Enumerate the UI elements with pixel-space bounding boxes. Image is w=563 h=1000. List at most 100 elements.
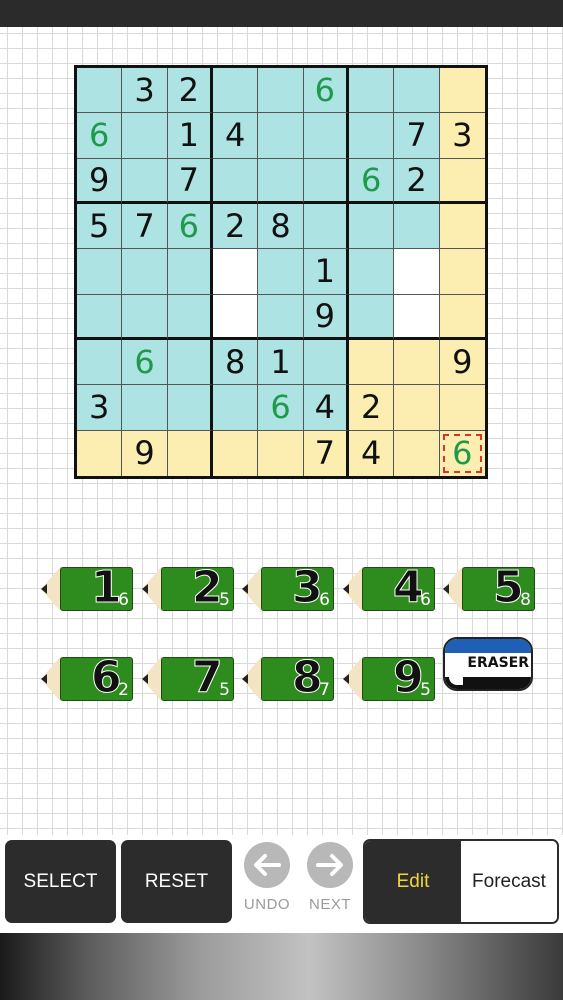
sudoku-cell-r3c9[interactable] — [439, 158, 485, 204]
sudoku-cell-r7c4[interactable]: 8 — [212, 339, 259, 386]
sudoku-cell-r1c1[interactable] — [77, 68, 123, 114]
number-pencil-1[interactable]: 16 — [41, 562, 133, 614]
sudoku-cell-r2c9[interactable]: 3 — [439, 113, 485, 159]
sudoku-cell-r6c6[interactable]: 9 — [303, 294, 349, 340]
sudoku-cell-r2c3[interactable]: 1 — [167, 113, 213, 159]
sudoku-cell-r9c9[interactable]: 6 — [439, 430, 485, 476]
sudoku-cell-r8c4[interactable] — [212, 385, 259, 431]
undo-button[interactable]: UNDO — [241, 842, 293, 913]
number-pencil-2[interactable]: 25 — [142, 562, 234, 614]
number-pencil-3[interactable]: 36 — [242, 562, 334, 614]
sudoku-cell-r2c5[interactable] — [258, 113, 304, 159]
sudoku-cell-r9c6[interactable]: 7 — [303, 430, 349, 476]
sudoku-cell-r1c6[interactable]: 6 — [303, 68, 349, 114]
sudoku-cell-r3c4[interactable] — [212, 158, 259, 204]
sudoku-cell-r5c4[interactable] — [212, 249, 259, 295]
sudoku-cell-r4c2[interactable]: 7 — [122, 203, 168, 250]
sudoku-cell-r6c2[interactable] — [122, 294, 168, 340]
sudoku-cell-r8c9[interactable] — [439, 385, 485, 431]
number-pencil-8[interactable]: 87 — [242, 652, 334, 704]
sudoku-cell-r9c4[interactable] — [212, 430, 259, 476]
sudoku-cell-r9c7[interactable]: 4 — [348, 430, 395, 476]
pencil-digit: 2 — [192, 562, 224, 614]
sudoku-cell-r6c1[interactable] — [77, 294, 123, 340]
number-pencil-7[interactable]: 75 — [142, 652, 234, 704]
sudoku-cell-r7c9[interactable]: 9 — [439, 339, 485, 386]
sudoku-cell-r2c2[interactable] — [122, 113, 168, 159]
sudoku-cell-r4c8[interactable] — [394, 203, 440, 250]
sudoku-cell-r2c8[interactable]: 7 — [394, 113, 440, 159]
sudoku-cell-r4c3[interactable]: 6 — [167, 203, 213, 250]
sudoku-cell-r1c3[interactable]: 2 — [167, 68, 213, 114]
sudoku-cell-r2c7[interactable] — [348, 113, 395, 159]
sudoku-cell-r4c4[interactable]: 2 — [212, 203, 259, 250]
sudoku-cell-r6c4[interactable] — [212, 294, 259, 340]
sudoku-cell-r5c6[interactable]: 1 — [303, 249, 349, 295]
sudoku-cell-r1c5[interactable] — [258, 68, 304, 114]
number-pencil-9[interactable]: 95 — [343, 652, 435, 704]
sudoku-cell-r7c1[interactable] — [77, 339, 123, 386]
sudoku-cell-r4c7[interactable] — [348, 203, 395, 250]
sudoku-cell-r9c1[interactable] — [77, 430, 123, 476]
sudoku-cell-r9c8[interactable] — [394, 430, 440, 476]
sudoku-cell-r8c8[interactable] — [394, 385, 440, 431]
sudoku-cell-r2c1[interactable]: 6 — [77, 113, 123, 159]
sudoku-cell-r1c7[interactable] — [348, 68, 395, 114]
sudoku-cell-r3c7[interactable]: 6 — [348, 158, 395, 204]
pencil-tip-icon — [242, 566, 262, 612]
sudoku-cell-r3c6[interactable] — [303, 158, 349, 204]
sudoku-cell-r5c3[interactable] — [167, 249, 213, 295]
sudoku-cell-r4c6[interactable] — [303, 203, 349, 250]
number-pencil-6[interactable]: 62 — [41, 652, 133, 704]
sudoku-cell-r6c8[interactable] — [394, 294, 440, 340]
reset-button[interactable]: RESET — [121, 840, 232, 923]
sudoku-cell-r5c8[interactable] — [394, 249, 440, 295]
sudoku-cell-r1c2[interactable]: 3 — [122, 68, 168, 114]
edit-mode-button[interactable]: Edit — [365, 841, 461, 922]
sudoku-cell-r8c7[interactable]: 2 — [348, 385, 395, 431]
sudoku-cell-r6c5[interactable] — [258, 294, 304, 340]
sudoku-cell-r3c5[interactable] — [258, 158, 304, 204]
sudoku-cell-r8c3[interactable] — [167, 385, 213, 431]
sudoku-cell-r1c4[interactable] — [212, 68, 259, 114]
sudoku-cell-r3c3[interactable]: 7 — [167, 158, 213, 204]
sudoku-cell-r8c1[interactable]: 3 — [77, 385, 123, 431]
sudoku-cell-r7c8[interactable] — [394, 339, 440, 386]
sudoku-cell-r5c5[interactable] — [258, 249, 304, 295]
sudoku-cell-r3c1[interactable]: 9 — [77, 158, 123, 204]
sudoku-cell-r2c4[interactable]: 4 — [212, 113, 259, 159]
sudoku-cell-r3c2[interactable] — [122, 158, 168, 204]
sudoku-cell-r6c9[interactable] — [439, 294, 485, 340]
sudoku-cell-r9c5[interactable] — [258, 430, 304, 476]
eraser-button[interactable]: ERASER — [443, 637, 533, 691]
sudoku-cell-r5c7[interactable] — [348, 249, 395, 295]
sudoku-cell-r6c7[interactable] — [348, 294, 395, 340]
number-pencil-5[interactable]: 58 — [443, 562, 535, 614]
sudoku-cell-r5c9[interactable] — [439, 249, 485, 295]
sudoku-cell-r7c7[interactable] — [348, 339, 395, 386]
sudoku-cell-r7c6[interactable] — [303, 339, 349, 386]
sudoku-cell-r4c1[interactable]: 5 — [77, 203, 123, 250]
forecast-mode-button[interactable]: Forecast — [461, 841, 557, 922]
number-pencil-4[interactable]: 46 — [343, 562, 435, 614]
sudoku-cell-r8c2[interactable] — [122, 385, 168, 431]
sudoku-cell-r9c2[interactable]: 9 — [122, 430, 168, 476]
sudoku-cell-r7c2[interactable]: 6 — [122, 339, 168, 386]
sudoku-cell-r4c9[interactable] — [439, 203, 485, 250]
sudoku-cell-r8c6[interactable]: 4 — [303, 385, 349, 431]
sudoku-cell-r8c5[interactable]: 6 — [258, 385, 304, 431]
sudoku-cell-r2c6[interactable] — [303, 113, 349, 159]
pencil-tip-icon — [343, 566, 363, 612]
sudoku-cell-r7c5[interactable]: 1 — [258, 339, 304, 386]
select-button[interactable]: SELECT — [5, 840, 116, 923]
sudoku-cell-r4c5[interactable]: 8 — [258, 203, 304, 250]
sudoku-cell-r5c2[interactable] — [122, 249, 168, 295]
sudoku-cell-r9c3[interactable] — [167, 430, 213, 476]
sudoku-cell-r1c8[interactable] — [394, 68, 440, 114]
sudoku-cell-r7c3[interactable] — [167, 339, 213, 386]
sudoku-cell-r1c9[interactable] — [439, 68, 485, 114]
sudoku-cell-r5c1[interactable] — [77, 249, 123, 295]
sudoku-cell-r6c3[interactable] — [167, 294, 213, 340]
sudoku-cell-r3c8[interactable]: 2 — [394, 158, 440, 204]
next-button[interactable]: NEXT — [304, 842, 356, 913]
